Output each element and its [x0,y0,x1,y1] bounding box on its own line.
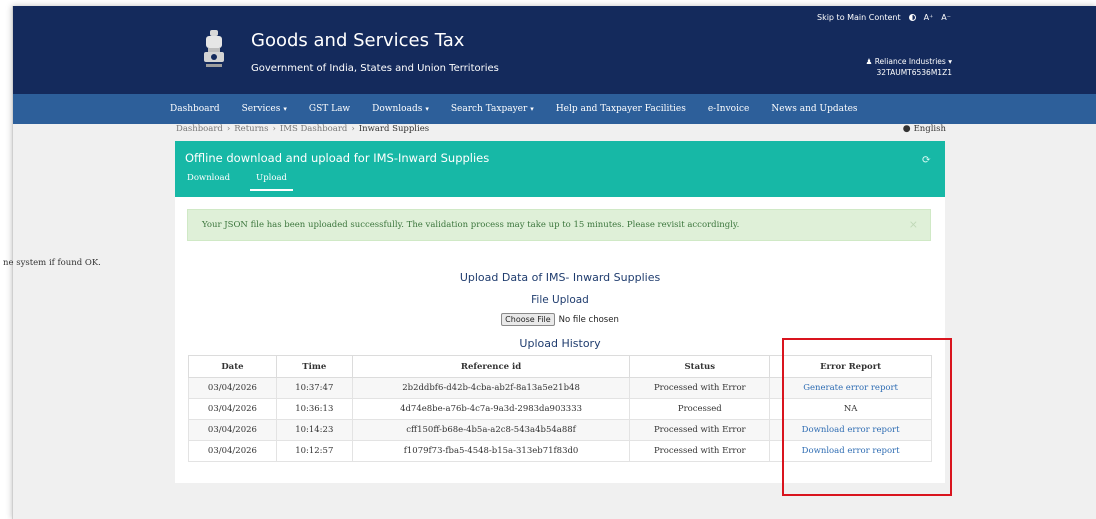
cell-reference-id: cff150ff-b68e-4b5a-a2c8-543a4b54a88f [351,419,631,441]
cell-date: 03/04/2026 [188,419,277,441]
user-icon: ♟ [865,57,873,66]
cell-status: Processed [629,398,771,420]
tab-upload[interactable]: Upload [250,173,293,191]
file-chooser: Choose File No file chosen [175,313,945,326]
skip-to-main-link[interactable]: Skip to Main Content [817,13,901,22]
success-alert: Your JSON file has been uploaded success… [187,209,931,241]
alert-message: Your JSON file has been uploaded success… [202,220,740,230]
partial-info-text: ne system if found OK. [3,258,101,268]
main-nav: Dashboard Services ▾ GST Law Downloads ▾ S… [13,94,1096,124]
user-menu[interactable]: ♟ Reliance Industries ▾ 32TAUMT6536M1Z1 [866,56,952,78]
col-time: Time [275,355,353,378]
cell-status: Processed with Error [629,419,771,441]
caret-down-icon: ▾ [530,105,534,113]
cell-time: 10:36:13 [275,398,353,420]
cell-reference-id: 4d74e8be-a76b-4c7a-9a3d-2983da903333 [351,398,631,420]
nav-search-taxpayer[interactable]: Search Taxpayer ▾ [451,104,534,114]
breadcrumb-ims-dashboard[interactable]: IMS Dashboard [280,124,347,134]
contrast-icon[interactable] [908,14,916,21]
nav-dashboard[interactable]: Dashboard [170,104,220,114]
site-title: Goods and Services Tax [251,30,465,51]
error-report-highlight-box [782,338,952,496]
file-upload-label: File Upload [531,294,589,306]
caret-down-icon: ▾ [425,105,429,113]
user-gstin: 32TAUMT6536M1Z1 [876,68,952,77]
language-label: English [913,124,946,134]
cell-time: 10:37:47 [275,377,353,399]
chevron-down-icon: ▾ [948,57,952,66]
breadcrumb-dashboard[interactable]: Dashboard [176,124,223,134]
cell-time: 10:14:23 [275,419,353,441]
offline-panel-header: Offline download and upload for IMS-Inwa… [175,141,945,197]
cell-status: Processed with Error [629,377,771,399]
caret-down-icon: ▾ [283,105,287,113]
cell-status: Processed with Error [629,440,771,462]
breadcrumb-returns[interactable]: Returns [234,124,268,134]
tab-download[interactable]: Download [187,173,230,191]
globe-icon: ● [902,124,911,134]
refresh-icon[interactable]: ⟳ [922,153,931,166]
col-reference-id: Reference id [351,355,631,378]
national-emblem-icon [204,30,224,67]
font-increase-button[interactable]: A⁺ [924,13,934,22]
close-icon[interactable]: × [909,218,918,231]
cell-reference-id: f1079f73-fba5-4548-b15a-313eb71f83d0 [351,440,631,462]
accessibility-bar: Skip to Main Content A⁺ A⁻ [817,13,951,22]
cell-reference-id: 2b2ddbf6-d42b-4cba-ab2f-8a13a5e21b48 [351,377,631,399]
nav-gst-law[interactable]: GST Law [309,104,350,114]
nav-services[interactable]: Services ▾ [242,104,287,114]
upload-heading: Upload Data of IMS- Inward Supplies [459,271,661,284]
panel-tabs: Download Upload [187,173,293,191]
language-selector[interactable]: ● English [903,124,946,134]
site-subtitle: Government of India, States and Union Te… [251,63,499,74]
font-decrease-button[interactable]: A⁻ [941,13,951,22]
nav-e-invoice[interactable]: e-Invoice [708,104,749,114]
col-status: Status [629,355,771,378]
nav-help[interactable]: Help and Taxpayer Facilities [556,104,686,114]
cell-date: 03/04/2026 [188,398,277,420]
no-file-text: No file chosen [558,314,619,325]
nav-downloads[interactable]: Downloads ▾ [372,104,429,114]
cell-date: 03/04/2026 [188,440,277,462]
col-date: Date [188,355,277,378]
choose-file-button[interactable]: Choose File [501,313,555,326]
breadcrumb: Dashboard › Returns › IMS Dashboard › Inwar… [176,124,430,134]
user-name: Reliance Industries [874,57,946,66]
site-header: Skip to Main Content A⁺ A⁻ Goods and Ser… [13,6,1096,94]
cell-time: 10:12:57 [275,440,353,462]
panel-title: Offline download and upload for IMS-Inwa… [185,151,490,165]
cell-date: 03/04/2026 [188,377,277,399]
nav-news[interactable]: News and Updates [771,104,857,114]
breadcrumb-inward-supplies: Inward Supplies [358,124,430,134]
